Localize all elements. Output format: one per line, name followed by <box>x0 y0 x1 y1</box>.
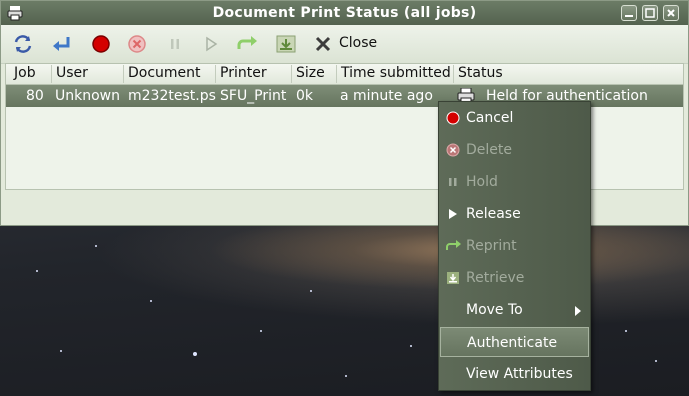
redo-arrow-icon <box>446 239 461 253</box>
menu-item-retrieve[interactable]: Retrieve <box>440 263 589 293</box>
star <box>345 375 347 377</box>
menu-item-hold[interactable]: Hold <box>440 167 589 197</box>
column-header-document[interactable]: Document <box>124 65 216 83</box>
cell-job: 80 <box>26 88 44 104</box>
star <box>655 360 657 362</box>
reprint-job-button[interactable] <box>236 32 260 56</box>
column-header-size[interactable]: Size <box>292 65 337 83</box>
hold-job-button[interactable] <box>163 32 187 56</box>
reply-button[interactable] <box>49 32 73 56</box>
play-icon <box>446 207 460 221</box>
close-button[interactable]: Close <box>311 32 381 56</box>
menu-item-label: Move To <box>466 302 523 318</box>
star <box>310 290 312 292</box>
delete-icon <box>446 143 460 157</box>
submenu-arrow-icon <box>575 306 581 316</box>
star <box>95 245 97 247</box>
retrieve-icon <box>446 271 460 285</box>
menu-item-label: Release <box>466 206 521 222</box>
redo-arrow-icon <box>237 36 257 49</box>
star <box>150 300 152 302</box>
menu-item-label: Authenticate <box>467 335 558 351</box>
column-header-user[interactable]: User <box>52 65 124 83</box>
refresh-icon <box>14 35 32 53</box>
cell-printer: SFU_Print <box>220 88 287 104</box>
star <box>625 330 627 332</box>
reply-arrow-icon <box>53 37 70 51</box>
window-close-button[interactable] <box>663 5 679 21</box>
star <box>36 270 38 272</box>
star <box>193 352 197 356</box>
stop-red-icon <box>92 35 110 53</box>
play-icon <box>206 36 218 52</box>
cell-user: Unknown <box>55 88 120 104</box>
pause-icon <box>446 175 460 189</box>
minimize-button[interactable] <box>621 5 637 21</box>
menu-item-view-attributes[interactable]: View Attributes <box>440 359 589 389</box>
cell-time-submitted: a minute ago <box>340 88 433 104</box>
context-menu: Cancel Delete Hold Release Reprint Retri… <box>438 101 591 391</box>
pause-icon <box>171 39 179 49</box>
menu-item-label: Hold <box>466 174 498 190</box>
delete-icon <box>128 35 146 53</box>
title-bar[interactable]: Document Print Status (all jobs) <box>1 1 688 25</box>
column-header-printer[interactable]: Printer <box>216 65 292 83</box>
column-header-job[interactable]: Job <box>10 65 52 83</box>
menu-item-delete[interactable]: Delete <box>440 135 589 165</box>
star <box>260 330 262 332</box>
column-header-time-submitted[interactable]: Time submitted <box>337 65 454 83</box>
star <box>410 345 412 347</box>
close-icon <box>313 34 333 58</box>
menu-item-label: Delete <box>466 142 512 158</box>
release-job-button[interactable] <box>199 32 223 56</box>
menu-item-label: Retrieve <box>466 270 525 286</box>
menu-item-label: View Attributes <box>466 366 573 382</box>
delete-job-button[interactable] <box>125 32 149 56</box>
window-title: Document Print Status (all jobs) <box>212 5 477 21</box>
star <box>60 350 62 352</box>
menu-item-release[interactable]: Release <box>440 199 589 229</box>
close-button-label: Close <box>339 35 378 51</box>
toolbar: Close <box>1 25 688 64</box>
menu-item-move-to[interactable]: Move To <box>440 295 589 325</box>
column-header-status[interactable]: Status <box>454 65 683 83</box>
retrieve-icon <box>276 35 296 53</box>
cell-document: m232test.ps <box>128 88 216 104</box>
menu-item-reprint[interactable]: Reprint <box>440 231 589 261</box>
retrieve-job-button[interactable] <box>274 32 298 56</box>
menu-item-authenticate[interactable]: Authenticate <box>440 327 589 357</box>
cell-size: 0k <box>296 88 314 104</box>
menu-item-label: Cancel <box>466 110 514 126</box>
list-header: Job User Document Printer Size Time subm… <box>6 64 683 85</box>
maximize-button[interactable] <box>642 5 658 21</box>
cancel-job-button[interactable] <box>89 32 113 56</box>
menu-item-cancel[interactable]: Cancel <box>440 103 589 133</box>
menu-item-label: Reprint <box>466 238 517 254</box>
stop-red-icon <box>446 111 460 125</box>
refresh-button[interactable] <box>11 32 35 56</box>
